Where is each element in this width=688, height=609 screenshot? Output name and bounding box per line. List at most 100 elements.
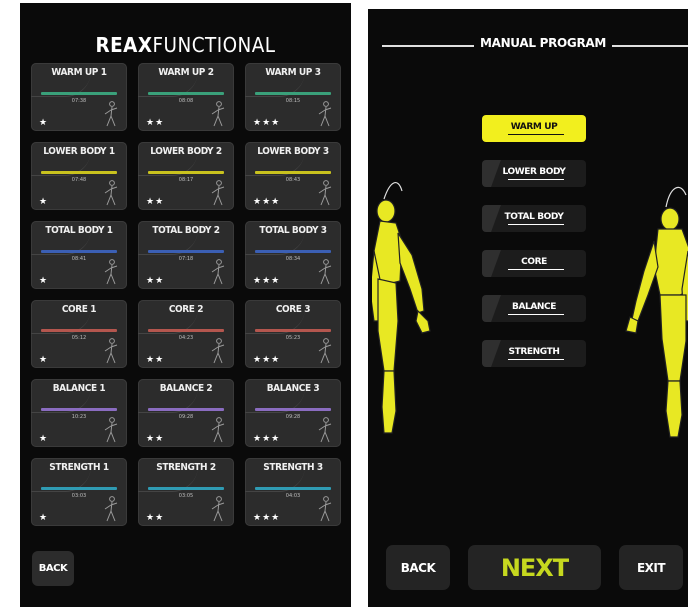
back-button[interactable]: BACK bbox=[386, 545, 450, 590]
card-color-bar bbox=[41, 329, 117, 332]
menu-underline bbox=[508, 224, 564, 225]
card-title: WARM UP 2 bbox=[158, 67, 214, 78]
difficulty-stars: ★★★ bbox=[253, 118, 281, 128]
card-color-bar bbox=[148, 329, 224, 332]
difficulty-stars: ★★ bbox=[146, 434, 165, 444]
card-title: STRENGTH 1 bbox=[49, 462, 109, 473]
difficulty-stars: ★★★ bbox=[253, 197, 281, 207]
menu-item-label: BALANCE bbox=[511, 302, 556, 312]
card-color-bar bbox=[255, 92, 331, 95]
difficulty-stars: ★ bbox=[39, 513, 49, 523]
exercise-figure-icon bbox=[313, 495, 335, 523]
exercise-figure-icon bbox=[99, 179, 121, 207]
exercise-figure-icon bbox=[313, 258, 335, 286]
menu-shade bbox=[482, 340, 501, 367]
card-title: BALANCE 3 bbox=[266, 383, 320, 394]
workout-card[interactable]: BALANCE 1 10:23 ★ bbox=[31, 379, 127, 447]
exercise-figure-icon bbox=[206, 416, 228, 444]
menu-item-label: LOWER BODY bbox=[502, 167, 566, 177]
menu-item-warm-up[interactable]: WARM UP bbox=[482, 115, 586, 142]
card-color-bar bbox=[148, 92, 224, 95]
difficulty-stars: ★★★ bbox=[253, 355, 281, 365]
workout-card[interactable]: CORE 1 05:12 ★ bbox=[31, 300, 127, 368]
menu-shade bbox=[482, 160, 501, 187]
exit-button[interactable]: EXIT bbox=[619, 545, 683, 590]
workout-card[interactable]: LOWER BODY 2 08:17 ★★ bbox=[138, 142, 234, 210]
card-color-bar bbox=[255, 250, 331, 253]
workout-card[interactable]: STRENGTH 1 03:03 ★ bbox=[31, 458, 127, 526]
exercise-figure-icon bbox=[313, 416, 335, 444]
workout-card[interactable]: LOWER BODY 1 07:48 ★ bbox=[31, 142, 127, 210]
card-title: LOWER BODY 3 bbox=[257, 146, 329, 157]
menu-item-strength[interactable]: STRENGTH bbox=[482, 340, 586, 367]
workout-card[interactable]: BALANCE 3 09:28 ★★★ bbox=[245, 379, 341, 447]
next-button[interactable]: NEXT bbox=[468, 545, 601, 590]
workout-card[interactable]: STRENGTH 3 04:03 ★★★ bbox=[245, 458, 341, 526]
menu-underline bbox=[508, 314, 564, 315]
workout-card[interactable]: WARM UP 1 07:38 ★ bbox=[31, 63, 127, 131]
body-back-icon bbox=[625, 186, 688, 438]
back-button[interactable]: BACK bbox=[32, 551, 74, 586]
card-color-bar bbox=[255, 408, 331, 411]
menu-item-lower-body[interactable]: LOWER BODY bbox=[482, 160, 586, 187]
difficulty-stars: ★★★ bbox=[253, 434, 281, 444]
card-color-bar bbox=[148, 171, 224, 174]
card-title: CORE 1 bbox=[61, 304, 97, 315]
workout-card[interactable]: TOTAL BODY 3 08:34 ★★★ bbox=[245, 221, 341, 289]
exercise-figure-icon bbox=[99, 258, 121, 286]
workout-card[interactable]: LOWER BODY 3 08:43 ★★★ bbox=[245, 142, 341, 210]
menu-item-core[interactable]: CORE bbox=[482, 250, 586, 277]
card-color-bar bbox=[255, 171, 331, 174]
workout-card[interactable]: STRENGTH 2 03:05 ★★ bbox=[138, 458, 234, 526]
difficulty-stars: ★★ bbox=[146, 276, 165, 286]
exercise-figure-icon bbox=[99, 416, 121, 444]
card-title: TOTAL BODY 1 bbox=[45, 225, 113, 236]
card-title: BALANCE 1 bbox=[52, 383, 106, 394]
card-title: CORE 2 bbox=[168, 304, 204, 315]
exercise-figure-icon bbox=[206, 337, 228, 365]
screen-header: MANUAL PROGRAM bbox=[380, 36, 688, 54]
workout-card[interactable]: CORE 3 05:23 ★★★ bbox=[245, 300, 341, 368]
exercise-figure-icon bbox=[313, 179, 335, 207]
menu-item-total-body[interactable]: TOTAL BODY bbox=[482, 205, 586, 232]
card-title: BALANCE 2 bbox=[159, 383, 213, 394]
card-color-bar bbox=[148, 487, 224, 490]
workout-card[interactable]: TOTAL BODY 1 08:41 ★ bbox=[31, 221, 127, 289]
card-title: WARM UP 1 bbox=[51, 67, 107, 78]
header-divider-left bbox=[382, 45, 474, 47]
difficulty-stars: ★★★ bbox=[253, 513, 281, 523]
workout-card[interactable]: CORE 2 04:23 ★★ bbox=[138, 300, 234, 368]
difficulty-stars: ★ bbox=[39, 434, 49, 444]
menu-shade bbox=[482, 250, 501, 277]
menu-underline bbox=[508, 359, 564, 360]
exercise-figure-icon bbox=[313, 100, 335, 128]
exercise-figure-icon bbox=[206, 179, 228, 207]
workout-card[interactable]: BALANCE 2 09:28 ★★ bbox=[138, 379, 234, 447]
workout-card[interactable]: WARM UP 3 08:15 ★★★ bbox=[245, 63, 341, 131]
exercise-figure-icon bbox=[206, 495, 228, 523]
difficulty-stars: ★★ bbox=[146, 118, 165, 128]
menu-item-balance[interactable]: BALANCE bbox=[482, 295, 586, 322]
menu-item-label: TOTAL BODY bbox=[504, 212, 564, 222]
card-color-bar bbox=[255, 487, 331, 490]
card-color-bar bbox=[41, 408, 117, 411]
menu-item-label: CORE bbox=[521, 257, 547, 267]
card-color-bar bbox=[255, 329, 331, 332]
exercise-figure-icon bbox=[206, 258, 228, 286]
card-title: STRENGTH 3 bbox=[263, 462, 323, 473]
workout-library-screen: REAXFUNCTIONAL WARM UP 1 07:38 ★ WARM UP 20… bbox=[20, 3, 351, 607]
difficulty-stars: ★★ bbox=[146, 513, 165, 523]
workout-card[interactable]: WARM UP 2 08:08 ★★ bbox=[138, 63, 234, 131]
card-color-bar bbox=[148, 408, 224, 411]
difficulty-stars: ★ bbox=[39, 197, 49, 207]
page-title: MANUAL PROGRAM bbox=[479, 36, 607, 50]
exercise-figure-icon bbox=[99, 100, 121, 128]
brand-logo: REAXFUNCTIONAL bbox=[33, 33, 338, 57]
card-title: TOTAL BODY 3 bbox=[259, 225, 327, 236]
menu-underline bbox=[508, 179, 564, 180]
workout-grid: WARM UP 1 07:38 ★ WARM UP 2 08:08 ★★ WARM UP 3… bbox=[31, 63, 341, 526]
menu-shade bbox=[482, 295, 501, 322]
difficulty-stars: ★★ bbox=[146, 355, 165, 365]
exercise-figure-icon bbox=[99, 495, 121, 523]
workout-card[interactable]: TOTAL BODY 2 07:18 ★★ bbox=[138, 221, 234, 289]
